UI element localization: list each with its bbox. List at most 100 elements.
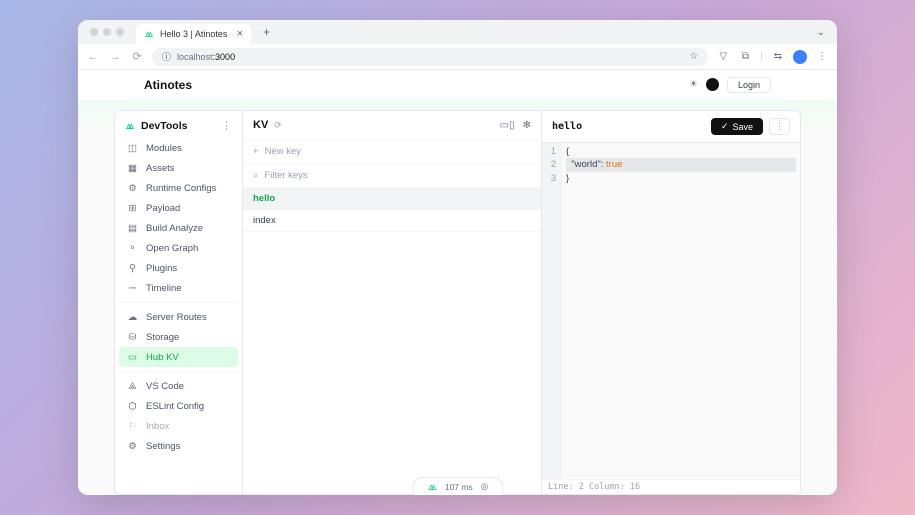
sidebar-item-label: Plugins [146, 263, 177, 274]
translate-icon[interactable]: ⇆ [771, 51, 785, 62]
sidebar-group-2: ☁Server Routes ⛁ Storage ▭ Hub KV [115, 307, 242, 367]
filter-keys-input[interactable]: ⌕ Filter keys [243, 164, 541, 188]
sidebar-item-build-analyze[interactable]: ▤ Build Analyze [119, 218, 238, 238]
sidebar-item-plugins[interactable]: ⚲ Plugins [119, 258, 238, 278]
database-icon: ⛁ [127, 332, 138, 343]
refresh-icon[interactable]: ⟳ [274, 120, 282, 131]
sidebar-item-label: Inbox [146, 421, 169, 432]
extensions-icon[interactable]: ⧉ [738, 51, 752, 62]
sidebar-item-vscode[interactable]: ⟁ VS Code [119, 376, 238, 396]
eslint-icon: ⬡ [127, 401, 138, 412]
theme-toggle-icon[interactable]: ☀ [689, 79, 698, 90]
docs-icon[interactable]: ▭▯ [500, 120, 515, 131]
browser-menu-icon[interactable]: ⋮ [815, 51, 829, 62]
image-icon: ▦ [127, 163, 138, 174]
profile-avatar[interactable] [793, 50, 807, 64]
plug-icon: ⚲ [127, 263, 138, 274]
sidebar-item-open-graph[interactable]: ⚬ Open Graph [119, 238, 238, 258]
browser-tab[interactable]: Hello 3 | Atinotes × [136, 24, 251, 44]
separator: | [760, 51, 763, 62]
sidebar-group-3: ⟁ VS Code ⬡ ESLint Config ⚐Inbox ⚙Settings [115, 376, 242, 456]
reload-button[interactable]: ⟳ [130, 50, 144, 63]
sidebar-item-server-routes[interactable]: ☁Server Routes [119, 307, 238, 327]
forward-button[interactable]: → [108, 51, 122, 63]
sidebar-item-label: Runtime Configs [146, 183, 216, 194]
sidebar-item-payload[interactable]: ⊞ Payload [119, 198, 238, 218]
plus-icon: + [253, 146, 259, 157]
filter-placeholder: Filter keys [264, 170, 307, 181]
kv-title: KV [253, 119, 268, 131]
sidebar-item-timeline[interactable]: ⎓ Timeline [119, 278, 238, 298]
browser-window: Hello 3 | Atinotes × + ⌄ ← → ⟳ ⓘ localho… [78, 20, 837, 495]
save-button-label: Save [732, 122, 753, 132]
sidebar-item-label: VS Code [146, 381, 184, 392]
devtools-pill[interactable]: 107 ms ◎ [412, 477, 503, 495]
sidebar-item-label: Payload [146, 203, 180, 214]
editor-panel: hello ✓ Save ⋮ 123 { "world": true} Line… [542, 111, 800, 494]
sidebar-separator [119, 302, 238, 303]
tab-title: Hello 3 | Atinotes [160, 29, 227, 39]
sidebar-item-assets[interactable]: ▦Assets [119, 158, 238, 178]
back-button[interactable]: ← [86, 51, 100, 63]
ruler-icon: ▤ [127, 223, 138, 234]
editor-header: hello ✓ Save ⋮ [542, 111, 800, 143]
sidebar-item-label: Hub KV [146, 352, 179, 363]
sidebar-item-label: Storage [146, 332, 179, 343]
search-icon: ⌕ [253, 170, 258, 181]
share-icon: ⚬ [127, 243, 138, 254]
content-shell: DevTools ⋮ ◫ Modules ▦Assets ⚙Runtime Con… [78, 100, 837, 495]
sidebar-more-icon[interactable]: ⋮ [221, 119, 232, 132]
sidebar-item-label: Build Analyze [146, 223, 203, 234]
site-info-icon[interactable]: ⓘ [162, 50, 171, 63]
vscode-icon: ⟁ [127, 381, 138, 392]
kv-key-name: index [253, 215, 276, 226]
close-tab-icon[interactable]: × [237, 28, 243, 40]
sidebar-item-label: ESLint Config [146, 401, 204, 412]
kv-icon: ▭ [127, 352, 138, 363]
traffic-lights [86, 28, 130, 36]
sidebar-item-hub-kv[interactable]: ▭ Hub KV [119, 347, 238, 367]
close-window-button[interactable] [90, 28, 98, 36]
grid-icon: ⊞ [127, 203, 138, 214]
kv-key-item[interactable]: index [243, 210, 541, 232]
sidebar-item-eslint[interactable]: ⬡ ESLint Config [119, 396, 238, 416]
settings-icon[interactable]: ✻ [523, 120, 531, 131]
url-port: :3000 [213, 52, 236, 62]
sidebar-header: DevTools ⋮ [115, 111, 242, 138]
app-header: Atinotes ☀ Login [78, 70, 837, 100]
sidebar-item-label: Server Routes [146, 312, 207, 323]
sidebar-item-modules[interactable]: ◫ Modules [119, 138, 238, 158]
editor-current-key: hello [552, 121, 582, 132]
sidebar-item-inbox[interactable]: ⚐Inbox [119, 416, 238, 436]
login-button[interactable]: Login [727, 77, 771, 93]
nuxt-icon [427, 483, 437, 491]
filter-icon[interactable]: ▽ [716, 51, 730, 62]
main-panel: KV ⟳ ▭▯ ✻ + New key ⌕ Filter keys [243, 111, 800, 494]
save-button[interactable]: ✓ Save [711, 118, 763, 135]
sidebar-item-label: Open Graph [146, 243, 198, 254]
url-field[interactable]: ⓘ localhost:3000 ☆ [152, 48, 708, 66]
editor-status-line: Line: 2 Column: 16 [542, 479, 800, 494]
kv-panel: KV ⟳ ▭▯ ✻ + New key ⌕ Filter keys [243, 111, 542, 494]
devtools-brand: DevTools [141, 120, 187, 132]
maximize-window-button[interactable] [116, 28, 124, 36]
target-icon[interactable]: ◎ [481, 481, 488, 492]
timeline-icon: ⎓ [127, 283, 138, 294]
sidebar-item-storage[interactable]: ⛁ Storage [119, 327, 238, 347]
app-title: Atinotes [144, 78, 192, 92]
sidebar-item-runtime-configs[interactable]: ⚙Runtime Configs [119, 178, 238, 198]
kv-key-item[interactable]: hello [243, 188, 541, 210]
github-icon[interactable] [706, 78, 719, 91]
minimize-window-button[interactable] [103, 28, 111, 36]
editor-menu-icon[interactable]: ⋮ [769, 118, 790, 135]
new-key-button[interactable]: + New key [243, 139, 541, 164]
tabs-dropdown-icon[interactable]: ⌄ [817, 27, 829, 38]
code-editor[interactable]: 123 { "world": true} [542, 143, 800, 479]
sidebar-item-settings[interactable]: ⚙Settings [119, 436, 238, 456]
bookmark-star-icon[interactable]: ☆ [689, 51, 698, 62]
new-tab-button[interactable]: + [257, 25, 276, 39]
puzzle-icon: ◫ [127, 143, 138, 154]
sidebar-item-label: Timeline [146, 283, 182, 294]
code-content: { "world": true} [562, 143, 800, 479]
sidebar-item-label: Modules [146, 143, 182, 154]
